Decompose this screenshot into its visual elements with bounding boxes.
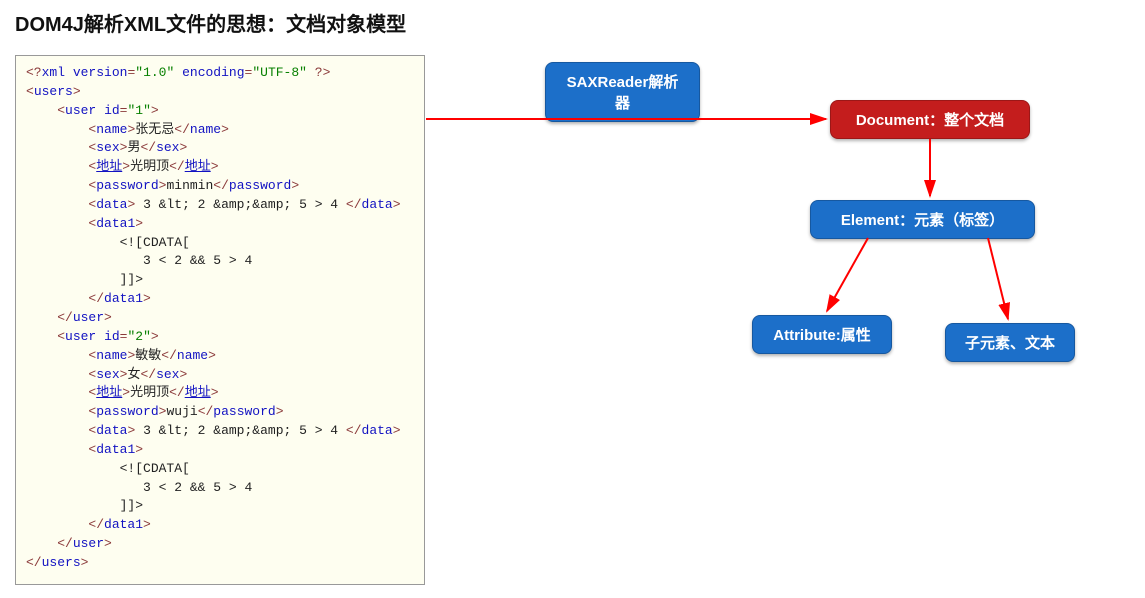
node-document: Document：整个文档	[830, 100, 1030, 139]
arrow-element-to-child	[988, 238, 1008, 319]
user-password: wuji	[166, 404, 197, 419]
arrow-element-to-attribute	[827, 238, 868, 311]
user-data: 3 &lt; 2 &amp;&amp; 5 > 4	[135, 197, 346, 212]
user-name: 敏敏	[135, 348, 161, 363]
page-title: DOM4J解析XML文件的思想：文档对象模型	[15, 8, 406, 37]
user-address: 光明顶	[130, 385, 169, 400]
xml-pi-encoding: UTF-8	[260, 65, 299, 80]
user-password: minmin	[166, 178, 213, 193]
node-child: 子元素、文本	[945, 323, 1075, 362]
user-cdata: 3 < 2 && 5 > 4	[143, 253, 252, 268]
node-attribute: Attribute:属性	[752, 315, 892, 354]
user-cdata: 3 < 2 && 5 > 4	[143, 480, 252, 495]
user-id: 1	[135, 103, 143, 118]
user-name: 张无忌	[135, 122, 174, 137]
xml-pi-version: 1.0	[143, 65, 166, 80]
user-address: 光明顶	[130, 159, 169, 174]
node-saxreader: SAXReader解析器	[545, 62, 700, 122]
user-sex: 女	[127, 367, 140, 382]
node-element: Element：元素（标签）	[810, 200, 1035, 239]
user-id: 2	[135, 329, 143, 344]
xml-code-block: <?xml version="1.0" encoding="UTF-8" ?> …	[15, 55, 425, 585]
user-data: 3 &lt; 2 &amp;&amp; 5 > 4	[135, 423, 346, 438]
user-sex: 男	[127, 140, 140, 155]
